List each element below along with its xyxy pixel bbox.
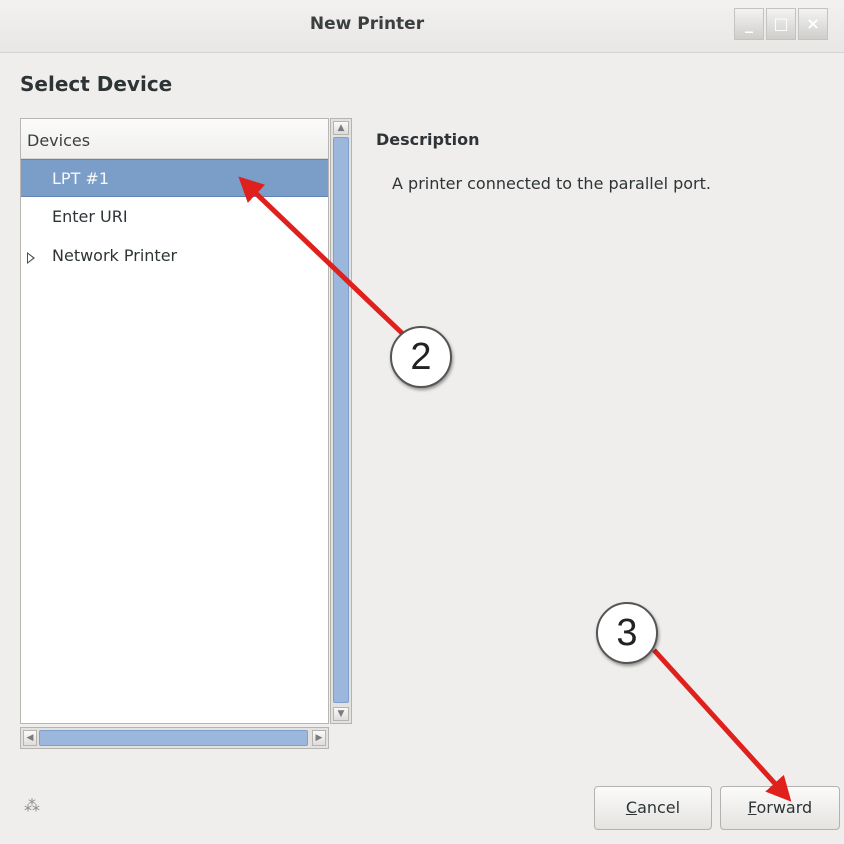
forward-label-rest: orward [756,798,813,817]
scroll-up-icon[interactable]: ▲ [333,121,349,135]
arrow-to-forward-button [652,648,792,802]
spinner-icon: ⁂ [24,796,40,815]
cancel-mnemonic: C [625,798,638,817]
scroll-left-icon[interactable]: ◀ [23,730,37,746]
maximize-icon[interactable]: □ [766,8,796,40]
horizontal-scroll-thumb[interactable] [39,730,308,746]
list-item-enter-uri[interactable]: Enter URI [21,198,328,236]
horizontal-scrollbar[interactable]: ◀ ▶ [20,727,329,749]
list-item-network-printer[interactable]: Network Printer [21,237,328,275]
callout-2: 2 [390,326,452,388]
scroll-down-icon[interactable]: ▼ [333,707,349,721]
list-item-lpt1[interactable]: LPT #1 [21,159,328,197]
device-list[interactable]: Devices LPT #1 Enter URI Network Printer [20,118,329,724]
description-label: Description [376,130,480,149]
list-item-label: LPT #1 [52,169,110,188]
callout-3: 3 [596,602,658,664]
close-icon[interactable]: × [798,8,828,40]
forward-button[interactable]: Forward [720,786,840,830]
cancel-button[interactable]: Cancel [594,786,712,830]
expander-arrow-icon[interactable] [27,252,35,264]
minimize-icon[interactable]: _ [734,8,764,40]
description-text: A printer connected to the parallel port… [392,174,711,193]
list-header-label: Devices [27,131,91,150]
list-item-label: Network Printer [52,246,178,265]
list-item-label: Enter URI [52,207,128,226]
scroll-right-icon[interactable]: ▶ [312,730,326,746]
title-bar: New Printer _ □ × [0,0,844,53]
list-header[interactable]: Devices [21,119,328,159]
vertical-scroll-thumb[interactable] [333,137,349,703]
vertical-scrollbar[interactable]: ▲ ▼ [330,118,352,724]
window-title: New Printer [309,14,425,34]
cancel-label-rest: ancel [637,798,681,817]
page-title: Select Device [20,72,173,96]
